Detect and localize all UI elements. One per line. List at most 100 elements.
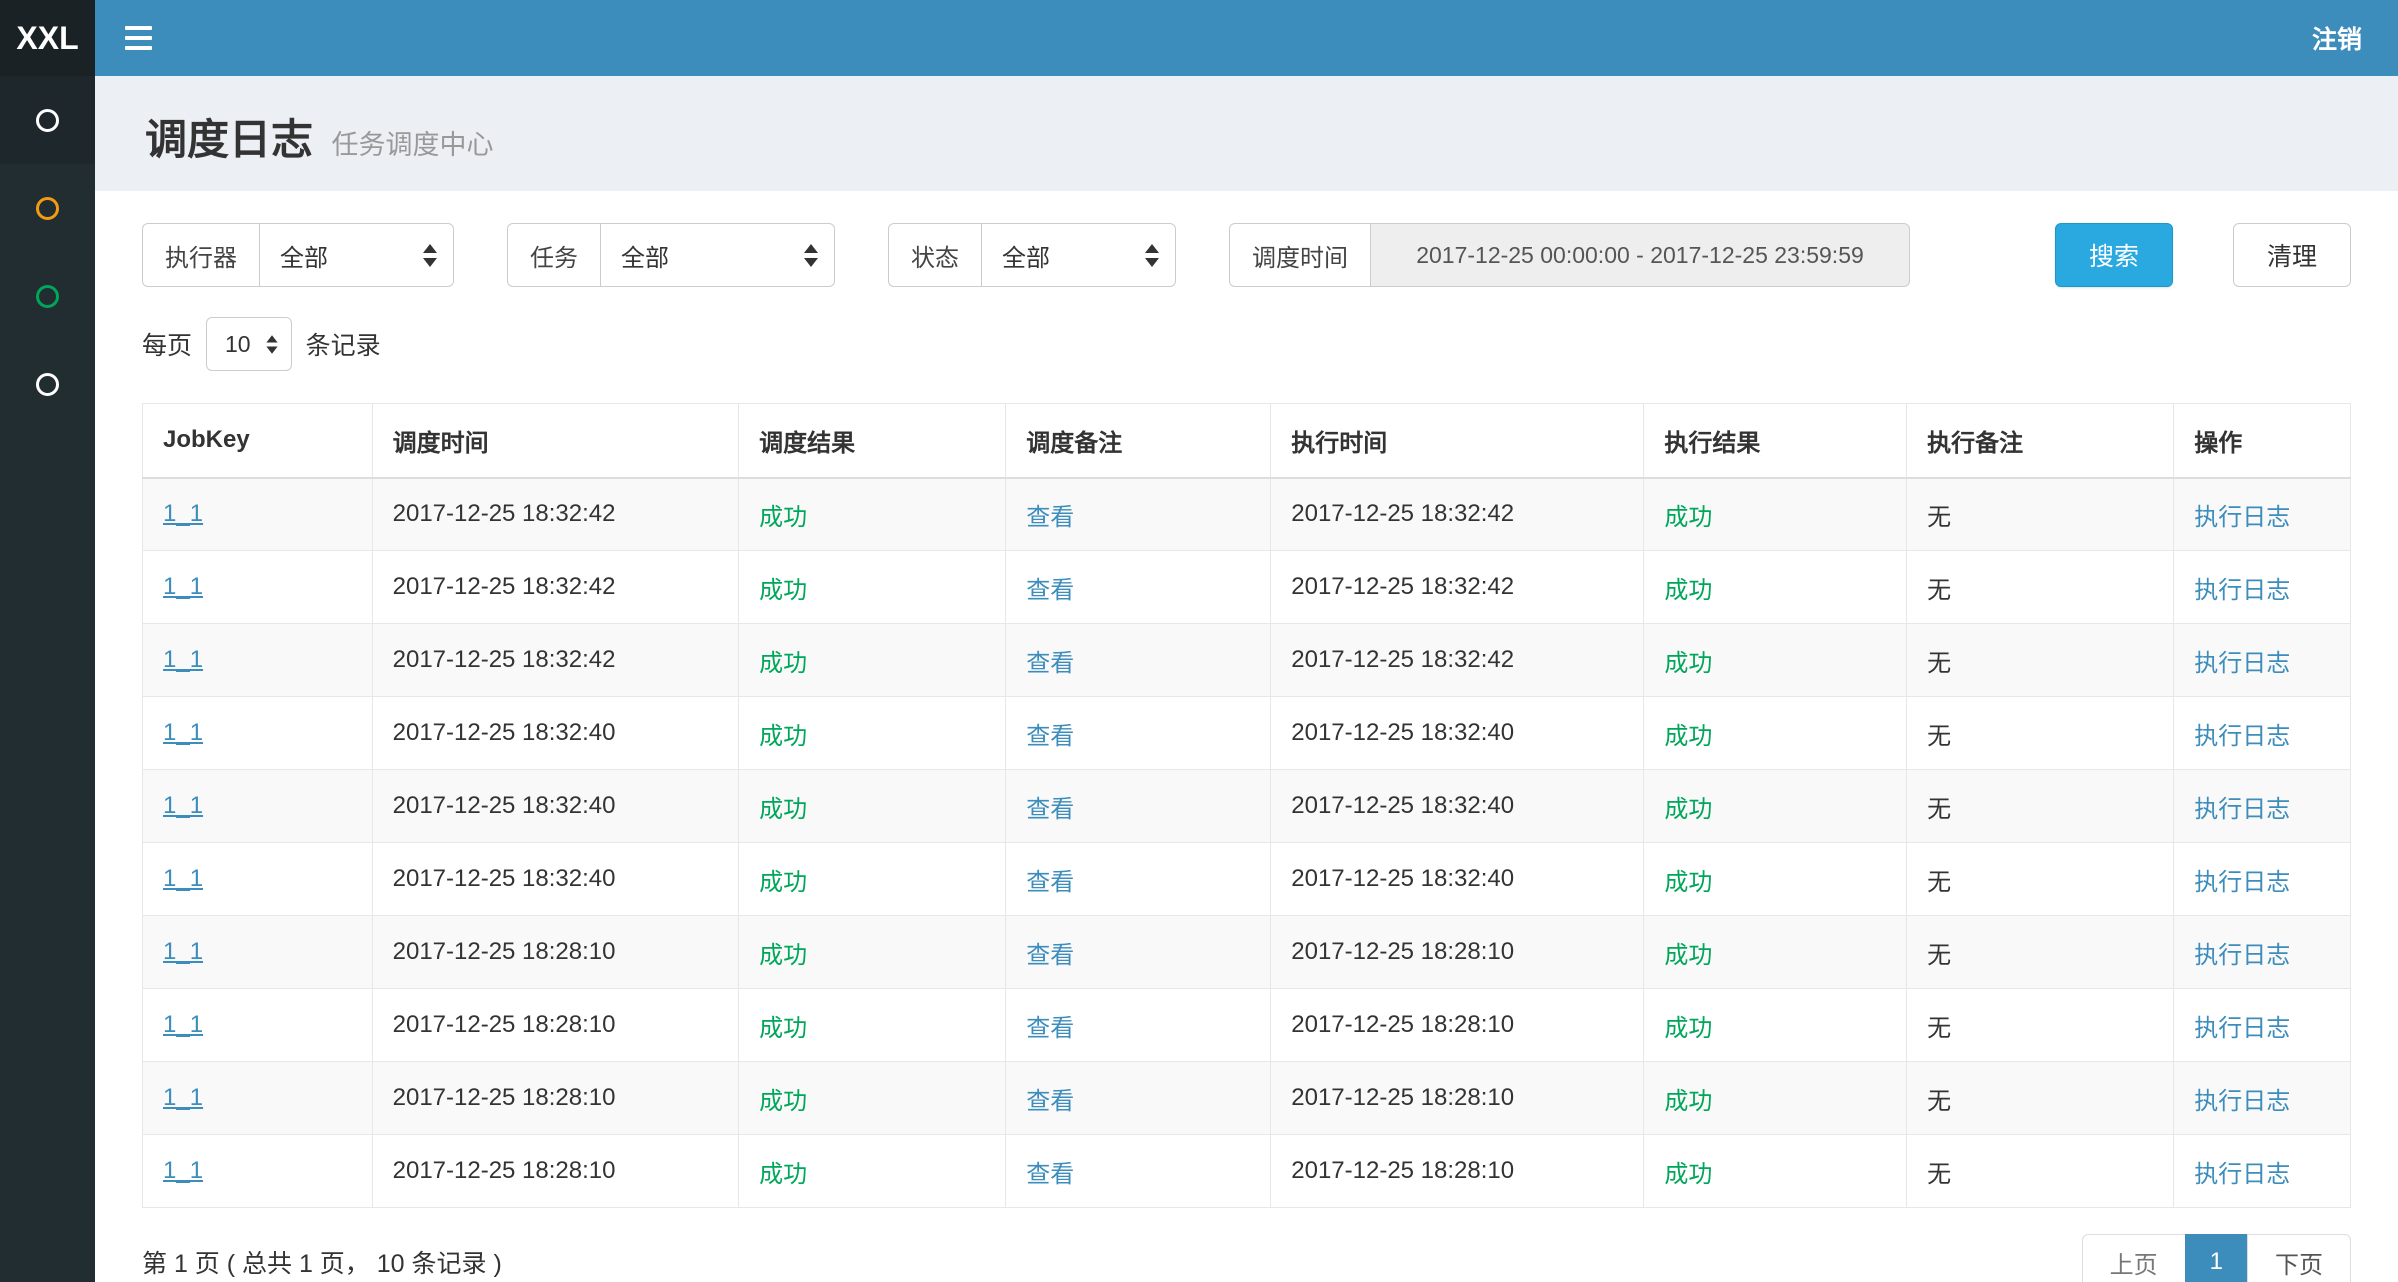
dispatch-result-cell: 成功: [739, 624, 1006, 697]
dispatch-time-cell: 2017-12-25 18:32:40: [372, 770, 739, 843]
exec-log-link[interactable]: 执行日志: [2194, 650, 2290, 677]
sidebar-item[interactable]: [0, 164, 95, 252]
time-range-input[interactable]: [1370, 223, 1910, 287]
sidebar-item[interactable]: [0, 76, 95, 164]
exec-log-link[interactable]: 执行日志: [2194, 796, 2290, 823]
next-page-button[interactable]: 下页: [2247, 1234, 2351, 1282]
exec-log-link[interactable]: 执行日志: [2194, 869, 2290, 896]
page-subtitle: 任务调度中心: [331, 130, 493, 160]
circle-icon: [36, 285, 59, 308]
exec-result-cell: 成功: [1644, 697, 1907, 770]
table-row: 1_1 2017-12-25 18:32:40 成功 查看 2017-12-25…: [143, 843, 2351, 916]
exec-log-link[interactable]: 执行日志: [2194, 1088, 2290, 1115]
exec-log-link[interactable]: 执行日志: [2194, 577, 2290, 604]
view-remark-link[interactable]: 查看: [1026, 1161, 1074, 1188]
exec-log-link[interactable]: 执行日志: [2194, 504, 2290, 531]
dispatch-result-cell: 成功: [739, 1062, 1006, 1135]
exec-time-cell: 2017-12-25 18:32:42: [1271, 624, 1644, 697]
executor-select[interactable]: 全部: [259, 223, 454, 287]
dispatch-result-cell: 成功: [739, 843, 1006, 916]
dispatch-time-cell: 2017-12-25 18:28:10: [372, 989, 739, 1062]
app-logo[interactable]: XXL: [0, 0, 95, 76]
page-size-prefix: 每页: [142, 326, 192, 362]
executor-select-value: 全部: [280, 238, 328, 273]
view-remark-link[interactable]: 查看: [1026, 942, 1074, 969]
jobkey-link[interactable]: 1_1: [163, 1011, 203, 1038]
dispatch-result-cell: 成功: [739, 697, 1006, 770]
page-title: 调度日志: [145, 116, 313, 163]
page-size-value: 10: [225, 331, 251, 358]
exec-result-cell: 成功: [1644, 1062, 1907, 1135]
column-header-exec-result: 执行结果: [1644, 404, 1907, 478]
exec-log-link[interactable]: 执行日志: [2194, 723, 2290, 750]
table-row: 1_1 2017-12-25 18:32:40 成功 查看 2017-12-25…: [143, 770, 2351, 843]
executor-filter-group: 执行器 全部: [142, 223, 454, 287]
view-remark-link[interactable]: 查看: [1026, 1088, 1074, 1115]
view-remark-link[interactable]: 查看: [1026, 723, 1074, 750]
exec-result-cell: 成功: [1644, 843, 1907, 916]
dispatch-time-cell: 2017-12-25 18:32:42: [372, 551, 739, 624]
jobkey-link[interactable]: 1_1: [163, 646, 203, 673]
dispatch-time-cell: 2017-12-25 18:32:40: [372, 697, 739, 770]
exec-log-link[interactable]: 执行日志: [2194, 942, 2290, 969]
exec-time-cell: 2017-12-25 18:32:40: [1271, 770, 1644, 843]
view-remark-link[interactable]: 查看: [1026, 796, 1074, 823]
sidebar-item[interactable]: [0, 340, 95, 428]
table-row: 1_1 2017-12-25 18:28:10 成功 查看 2017-12-25…: [143, 1135, 2351, 1208]
exec-time-cell: 2017-12-25 18:32:42: [1271, 478, 1644, 551]
view-remark-link[interactable]: 查看: [1026, 504, 1074, 531]
page-size-select[interactable]: 10: [206, 317, 292, 371]
pagination: 上页 1 下页: [2082, 1234, 2351, 1282]
exec-remark-cell: 无: [1907, 551, 2174, 624]
exec-time-cell: 2017-12-25 18:32:40: [1271, 697, 1644, 770]
exec-log-link[interactable]: 执行日志: [2194, 1015, 2290, 1042]
job-select[interactable]: 全部: [600, 223, 835, 287]
content-box: 执行器 全部 任务 全部 状态 全部: [95, 191, 2398, 1282]
select-stepper-icon: [423, 244, 437, 267]
dispatch-time-cell: 2017-12-25 18:28:10: [372, 916, 739, 989]
time-filter-group: 调度时间: [1229, 223, 1910, 287]
page-size-control: 每页 10 条记录: [142, 317, 2351, 371]
table-row: 1_1 2017-12-25 18:32:42 成功 查看 2017-12-25…: [143, 478, 2351, 551]
prev-page-button[interactable]: 上页: [2082, 1234, 2186, 1282]
table-row: 1_1 2017-12-25 18:28:10 成功 查看 2017-12-25…: [143, 1062, 2351, 1135]
table-row: 1_1 2017-12-25 18:28:10 成功 查看 2017-12-25…: [143, 989, 2351, 1062]
column-header-dispatch-result: 调度结果: [739, 404, 1006, 478]
dispatch-result-cell: 成功: [739, 989, 1006, 1062]
sidebar-item[interactable]: [0, 252, 95, 340]
jobkey-link[interactable]: 1_1: [163, 1157, 203, 1184]
exec-result-cell: 成功: [1644, 989, 1907, 1062]
dispatch-time-cell: 2017-12-25 18:28:10: [372, 1135, 739, 1208]
status-select[interactable]: 全部: [981, 223, 1176, 287]
view-remark-link[interactable]: 查看: [1026, 577, 1074, 604]
jobkey-link[interactable]: 1_1: [163, 1084, 203, 1111]
jobkey-link[interactable]: 1_1: [163, 719, 203, 746]
dispatch-time-cell: 2017-12-25 18:28:10: [372, 1062, 739, 1135]
page-number-button[interactable]: 1: [2185, 1234, 2248, 1282]
column-header-dispatch-remark: 调度备注: [1006, 404, 1271, 478]
exec-remark-cell: 无: [1907, 697, 2174, 770]
column-header-exec-time: 执行时间: [1271, 404, 1644, 478]
jobkey-link[interactable]: 1_1: [163, 500, 203, 527]
jobkey-link[interactable]: 1_1: [163, 938, 203, 965]
search-button[interactable]: 搜索: [2055, 223, 2173, 287]
exec-result-cell: 成功: [1644, 624, 1907, 697]
logout-link[interactable]: 注销: [2276, 20, 2398, 56]
table-row: 1_1 2017-12-25 18:32:42 成功 查看 2017-12-25…: [143, 551, 2351, 624]
view-remark-link[interactable]: 查看: [1026, 1015, 1074, 1042]
sidebar-toggle-button[interactable]: [95, 0, 182, 76]
exec-result-cell: 成功: [1644, 551, 1907, 624]
job-select-value: 全部: [621, 238, 669, 273]
clear-button[interactable]: 清理: [2233, 223, 2351, 287]
hamburger-icon: [125, 26, 152, 50]
view-remark-link[interactable]: 查看: [1026, 869, 1074, 896]
exec-result-cell: 成功: [1644, 770, 1907, 843]
exec-remark-cell: 无: [1907, 989, 2174, 1062]
exec-log-link[interactable]: 执行日志: [2194, 1161, 2290, 1188]
jobkey-link[interactable]: 1_1: [163, 573, 203, 600]
select-stepper-icon: [804, 244, 818, 267]
view-remark-link[interactable]: 查看: [1026, 650, 1074, 677]
exec-result-cell: 成功: [1644, 478, 1907, 551]
jobkey-link[interactable]: 1_1: [163, 792, 203, 819]
jobkey-link[interactable]: 1_1: [163, 865, 203, 892]
